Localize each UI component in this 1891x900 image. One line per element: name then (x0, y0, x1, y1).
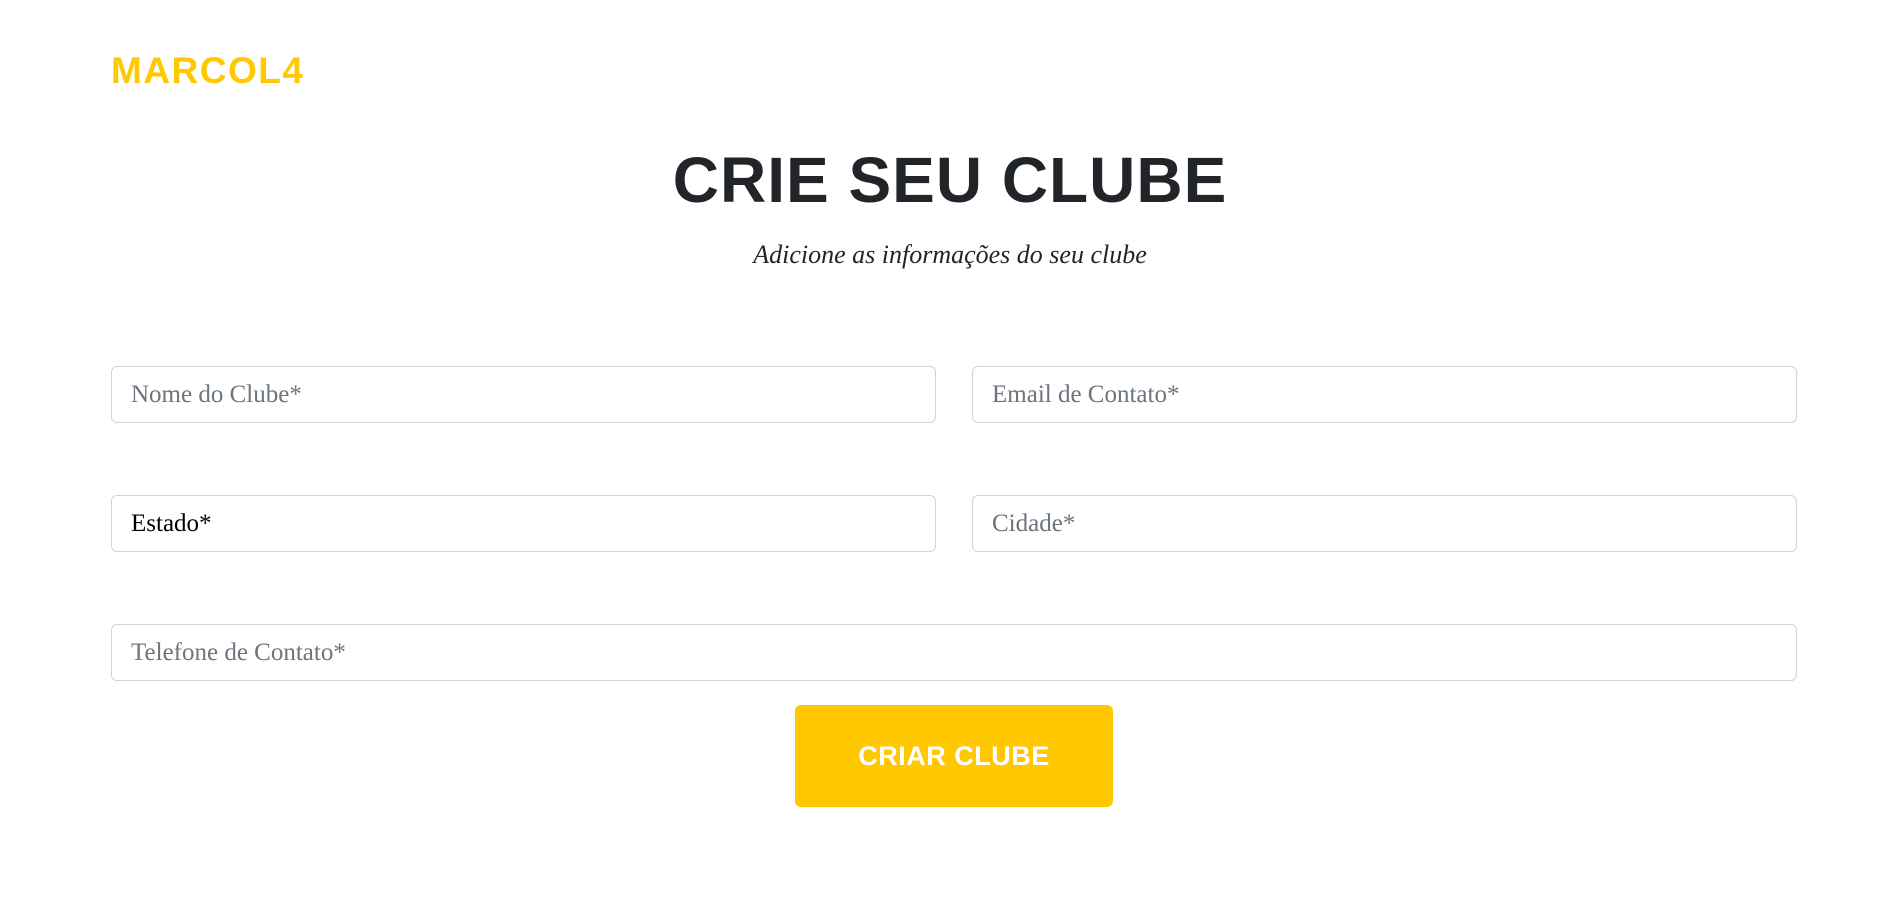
contact-email-field-wrapper (972, 366, 1797, 423)
page-title: CRIE SEU CLUBE (672, 144, 1228, 216)
page-subtitle: Adicione as informações do seu clube (753, 240, 1147, 269)
brand-logo[interactable]: MARCOL4 (111, 48, 304, 94)
state-select[interactable]: Estado* (131, 496, 916, 551)
club-name-field-wrapper (111, 366, 936, 423)
create-club-button[interactable]: CRIAR CLUBE (795, 705, 1113, 807)
state-select-wrapper: Estado* (111, 495, 936, 552)
city-field-wrapper (972, 495, 1797, 552)
contact-phone-field-wrapper (111, 624, 1797, 681)
contact-email-input[interactable] (992, 367, 1777, 422)
contact-phone-input[interactable] (131, 625, 1777, 680)
club-name-input[interactable] (131, 367, 916, 422)
city-input[interactable] (992, 496, 1777, 551)
